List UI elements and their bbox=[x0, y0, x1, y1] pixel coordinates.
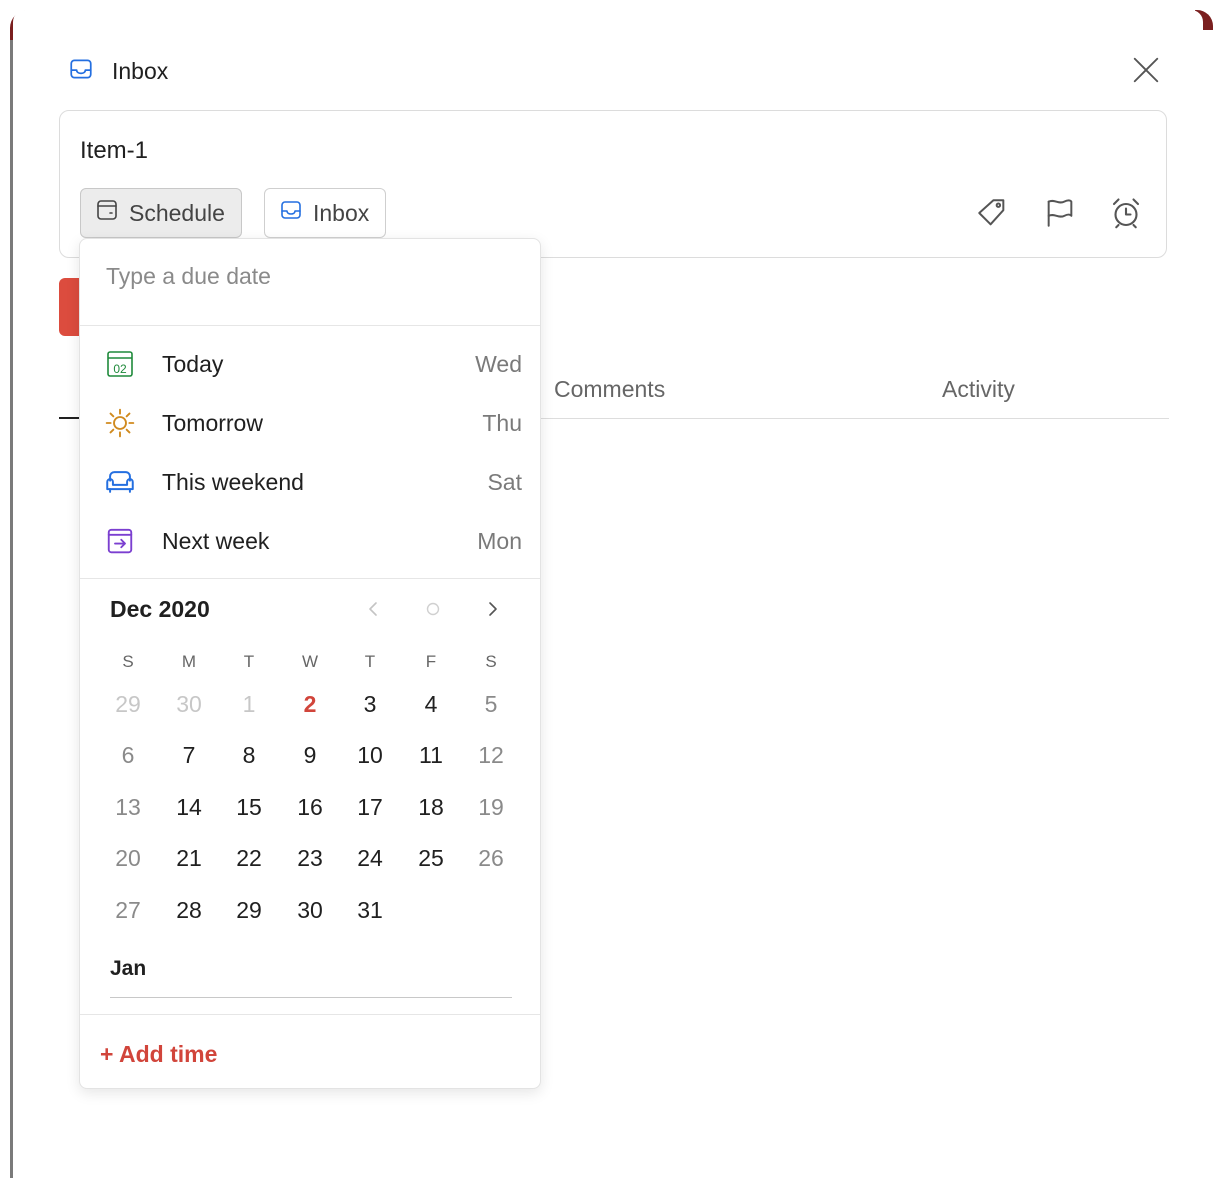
current-month-button[interactable] bbox=[419, 595, 447, 623]
calendar-day[interactable]: 17 bbox=[345, 785, 395, 829]
schedule-button[interactable]: Schedule bbox=[80, 188, 242, 238]
calendar-day[interactable]: 21 bbox=[164, 836, 214, 880]
close-button[interactable] bbox=[1128, 52, 1164, 88]
month-separator bbox=[110, 997, 512, 998]
calendar-day[interactable]: 11 bbox=[406, 733, 456, 777]
calendar-day: 29 bbox=[115, 691, 141, 717]
project-breadcrumb[interactable]: Inbox bbox=[112, 58, 168, 85]
quick-option-tomorrow[interactable]: Tomorrow Thu bbox=[80, 395, 540, 451]
priority-button[interactable] bbox=[1042, 195, 1078, 231]
circle-icon bbox=[426, 602, 440, 616]
today-icon-date: 02 bbox=[113, 362, 127, 376]
previous-month-button[interactable] bbox=[360, 595, 388, 623]
due-date-input[interactable] bbox=[106, 263, 506, 290]
chevron-right-icon bbox=[489, 602, 497, 616]
weekday-label: S bbox=[485, 652, 497, 671]
calendar-day[interactable]: 25 bbox=[406, 836, 456, 880]
calendar-day[interactable]: 30 bbox=[285, 888, 335, 932]
inbox-icon bbox=[279, 198, 303, 228]
quick-option-this-weekend[interactable]: This weekend Sat bbox=[80, 454, 540, 510]
quick-option-day: Thu bbox=[482, 409, 522, 436]
calendar-day[interactable]: 14 bbox=[164, 785, 214, 829]
task-editor: Item-1 Schedule Inbox bbox=[59, 110, 1167, 258]
modal-header: Inbox bbox=[68, 56, 168, 87]
weekday-label: M bbox=[181, 652, 197, 671]
calendar-day[interactable]: 28 bbox=[164, 888, 214, 932]
quick-option-label: Today bbox=[162, 350, 224, 377]
calendar-day[interactable]: 5 bbox=[466, 682, 516, 726]
quick-option-day: Mon bbox=[477, 527, 522, 554]
calendar-month-title: Dec 2020 bbox=[110, 596, 210, 622]
calendar-day[interactable]: 10 bbox=[345, 733, 395, 777]
calendar-icon bbox=[95, 198, 119, 228]
weekday-label: S bbox=[122, 652, 134, 671]
next-month-button[interactable] bbox=[478, 595, 506, 623]
calendar-day[interactable]: 8 bbox=[224, 733, 274, 777]
calendar-day[interactable]: 24 bbox=[345, 836, 395, 880]
next-month-heading: Jan bbox=[110, 957, 147, 980]
calendar-day[interactable]: 4 bbox=[406, 682, 456, 726]
quick-option-label: Next week bbox=[162, 527, 270, 554]
calendar-day: 1 bbox=[242, 691, 256, 717]
divider bbox=[80, 325, 540, 326]
calendar-day[interactable]: 3 bbox=[345, 682, 395, 726]
quick-option-day: Wed bbox=[475, 350, 522, 377]
quick-option-label: This weekend bbox=[162, 468, 304, 495]
project-select-button[interactable]: Inbox bbox=[264, 188, 387, 238]
inbox-icon bbox=[68, 56, 94, 87]
flag-icon bbox=[1047, 199, 1073, 227]
calendar-day[interactable]: 31 bbox=[345, 888, 395, 932]
quick-option-label: Tomorrow bbox=[162, 409, 263, 436]
close-icon bbox=[1133, 57, 1159, 83]
calendar-day[interactable]: 20 bbox=[103, 836, 153, 880]
weekday-label: F bbox=[425, 652, 437, 671]
calendar-day[interactable]: 29 bbox=[224, 888, 274, 932]
calendar-day[interactable]: 19 bbox=[466, 785, 516, 829]
calendar-day[interactable]: 23 bbox=[285, 836, 335, 880]
chevron-left-icon bbox=[369, 602, 377, 616]
add-time-button[interactable]: + Add time bbox=[100, 1041, 217, 1068]
label-button[interactable] bbox=[974, 195, 1010, 231]
divider bbox=[80, 1014, 540, 1015]
sofa-icon bbox=[102, 464, 138, 500]
project-label: Inbox bbox=[313, 199, 370, 226]
calendar-day[interactable]: 12 bbox=[466, 733, 516, 777]
schedule-label: Schedule bbox=[129, 199, 225, 226]
sun-icon bbox=[102, 405, 138, 441]
calendar-today-icon: 02 bbox=[102, 346, 138, 382]
calendar-day[interactable]: 6 bbox=[103, 733, 153, 777]
quick-option-today[interactable]: 02 Today Wed bbox=[80, 336, 540, 392]
weekday-label: T bbox=[364, 652, 376, 671]
calendar-day: 30 bbox=[176, 691, 202, 717]
calendar-day[interactable]: 15 bbox=[224, 785, 274, 829]
tag-icon bbox=[978, 199, 1005, 226]
weekday-label: T bbox=[243, 652, 255, 671]
calendar-day-today[interactable]: 2 bbox=[285, 682, 335, 726]
calendar-day[interactable]: 27 bbox=[103, 888, 153, 932]
tab-activity[interactable]: Activity bbox=[942, 376, 1015, 403]
calendar-day[interactable]: 13 bbox=[103, 785, 153, 829]
arrow-box-icon bbox=[102, 523, 138, 559]
divider bbox=[80, 578, 540, 579]
calendar-day[interactable]: 18 bbox=[406, 785, 456, 829]
task-title[interactable]: Item-1 bbox=[80, 137, 148, 165]
due-date-picker: 02 Today Wed Tomorrow Thu This weekend S… bbox=[79, 238, 541, 1089]
calendar-day[interactable]: 16 bbox=[285, 785, 335, 829]
tab-comments[interactable]: Comments bbox=[554, 376, 665, 403]
quick-option-next-week[interactable]: Next week Mon bbox=[80, 513, 540, 569]
calendar-day[interactable]: 26 bbox=[466, 836, 516, 880]
alarm-clock-icon bbox=[1112, 198, 1140, 229]
window-edge bbox=[10, 40, 13, 1178]
weekday-label: W bbox=[301, 652, 319, 671]
calendar-day[interactable]: 7 bbox=[164, 733, 214, 777]
calendar-day[interactable]: 9 bbox=[285, 733, 335, 777]
calendar-day[interactable]: 22 bbox=[224, 836, 274, 880]
quick-option-day: Sat bbox=[487, 468, 522, 495]
reminder-button[interactable] bbox=[1108, 195, 1144, 231]
